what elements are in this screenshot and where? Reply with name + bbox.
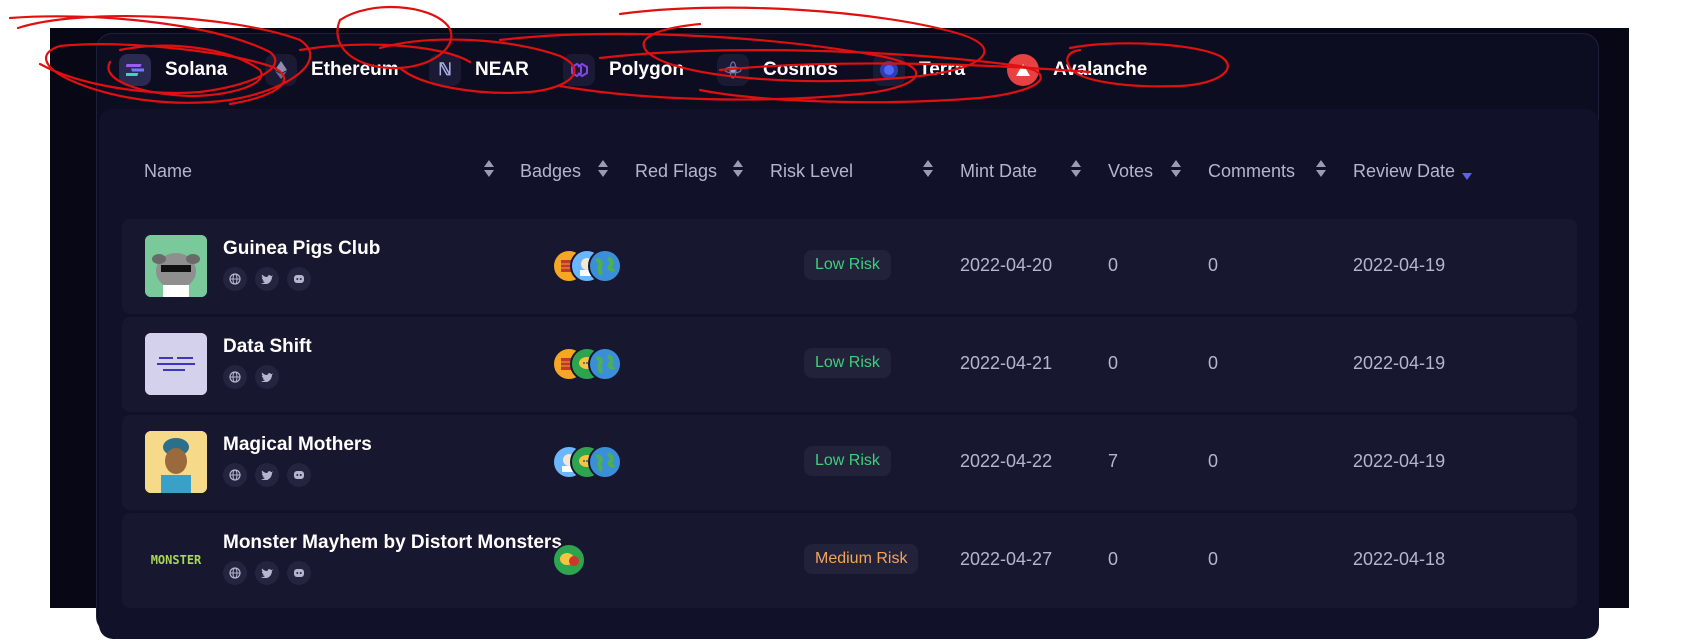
- comments-count: 0: [1208, 451, 1219, 471]
- collection-name[interactable]: Guinea Pigs Club: [223, 238, 380, 260]
- globe-icon[interactable]: [223, 365, 247, 389]
- app-window: Solana Ethereum ℕ NEAR Polygon Cosmos Te…: [50, 28, 1629, 639]
- discord-icon[interactable]: [287, 463, 311, 487]
- social-links: [223, 561, 311, 585]
- column-header-review-date[interactable]: Review Date: [1353, 161, 1455, 182]
- globe-icon[interactable]: [223, 561, 247, 585]
- tab-cosmos[interactable]: Cosmos: [717, 52, 838, 88]
- table-row[interactable]: MONSTER Monster Mayhem by Distort Monste…: [122, 513, 1577, 608]
- polygon-icon: [563, 54, 595, 86]
- votes-count: 0: [1108, 549, 1119, 569]
- tab-ethereum[interactable]: Ethereum: [265, 52, 399, 88]
- avatar: [145, 333, 207, 395]
- social-links: [223, 463, 311, 487]
- tab-avalanche[interactable]: Avalanche: [1007, 52, 1147, 88]
- comments-count: 0: [1208, 255, 1219, 275]
- discord-icon[interactable]: [287, 267, 311, 291]
- tab-label: Avalanche: [1053, 59, 1148, 80]
- column-header-mint-date[interactable]: Mint Date: [960, 161, 1037, 182]
- sort-icon[interactable]: [1315, 158, 1327, 180]
- sort-icon[interactable]: [1070, 158, 1082, 180]
- column-header-risk-level[interactable]: Risk Level: [770, 161, 853, 182]
- tab-polygon[interactable]: Polygon: [563, 52, 684, 88]
- twitter-icon[interactable]: [255, 365, 279, 389]
- tab-terra[interactable]: Terra: [873, 52, 965, 88]
- globe-badge-icon[interactable]: [588, 249, 622, 283]
- tab-label: Polygon: [609, 59, 684, 80]
- comments-count: 0: [1208, 353, 1219, 373]
- risk-badge: Low Risk: [804, 446, 891, 476]
- table-row[interactable]: Guinea Pigs Club Low Risk 2022-04-20 0 0…: [122, 219, 1577, 314]
- column-header-badges[interactable]: Badges: [520, 161, 581, 182]
- mint-date: 2022-04-21: [960, 353, 1053, 373]
- table-row[interactable]: Magical Mothers Low Risk 2022-04-22 7 0 …: [122, 415, 1577, 510]
- chain-tabs: Solana Ethereum ℕ NEAR Polygon Cosmos Te…: [97, 34, 1598, 104]
- column-header-red-flags[interactable]: Red Flags: [635, 161, 717, 182]
- collection-name[interactable]: Magical Mothers: [223, 434, 372, 456]
- social-links: [223, 267, 311, 291]
- risk-badge: Medium Risk: [804, 544, 919, 574]
- avatar-logo-text: MONSTER: [150, 553, 202, 567]
- review-date: 2022-04-18: [1353, 549, 1446, 569]
- sort-icon[interactable]: [597, 158, 609, 180]
- table-header: Name Badges Red Flags Risk Level Mint Da…: [99, 109, 1599, 209]
- solana-icon: [119, 54, 151, 86]
- globe-icon[interactable]: [223, 463, 247, 487]
- comments-count: 0: [1208, 549, 1219, 569]
- discord-icon[interactable]: [287, 561, 311, 585]
- risk-badge: Low Risk: [804, 250, 891, 280]
- chat-red-badge-icon[interactable]: [552, 543, 586, 577]
- votes-count: 0: [1108, 255, 1119, 275]
- avatar: [145, 235, 207, 297]
- social-links: [223, 365, 279, 389]
- risk-badge: Low Risk: [804, 348, 891, 378]
- twitter-icon[interactable]: [255, 463, 279, 487]
- twitter-icon[interactable]: [255, 561, 279, 585]
- main-panel: Solana Ethereum ℕ NEAR Polygon Cosmos Te…: [96, 33, 1599, 639]
- sort-icon[interactable]: [922, 158, 934, 180]
- sort-desc-icon[interactable]: [1461, 158, 1473, 180]
- table-row[interactable]: Data Shift Low Risk 2022-04-21 0 0 2022-…: [122, 317, 1577, 412]
- review-date: 2022-04-19: [1353, 255, 1446, 275]
- near-icon: ℕ: [429, 54, 461, 86]
- mint-date: 2022-04-20: [960, 255, 1053, 275]
- avalanche-icon: [1007, 54, 1039, 86]
- tab-label: NEAR: [475, 59, 529, 80]
- tab-label: Ethereum: [311, 59, 399, 80]
- collection-name[interactable]: Monster Mayhem by Distort Monsters: [223, 532, 562, 554]
- collections-table: Name Badges Red Flags Risk Level Mint Da…: [99, 109, 1599, 639]
- mint-date: 2022-04-27: [960, 549, 1053, 569]
- review-date: 2022-04-19: [1353, 353, 1446, 373]
- tab-solana[interactable]: Solana: [119, 52, 227, 88]
- sort-icon[interactable]: [732, 158, 744, 180]
- twitter-icon[interactable]: [255, 267, 279, 291]
- votes-count: 0: [1108, 353, 1119, 373]
- globe-badge-icon[interactable]: [588, 445, 622, 479]
- ethereum-icon: [265, 54, 297, 86]
- tab-label: Cosmos: [763, 59, 838, 80]
- avatar: [145, 431, 207, 493]
- globe-icon[interactable]: [223, 267, 247, 291]
- sort-icon[interactable]: [1170, 158, 1182, 180]
- votes-count: 7: [1108, 451, 1119, 471]
- tab-label: Solana: [165, 59, 228, 80]
- column-header-comments[interactable]: Comments: [1208, 161, 1295, 182]
- review-date: 2022-04-19: [1353, 451, 1446, 471]
- tab-label: Terra: [919, 59, 966, 80]
- tab-near[interactable]: ℕ NEAR: [429, 52, 529, 88]
- avatar: MONSTER: [145, 529, 207, 591]
- cosmos-icon: [717, 54, 749, 86]
- collection-name[interactable]: Data Shift: [223, 336, 312, 358]
- column-header-name[interactable]: Name: [144, 161, 192, 182]
- sort-icon[interactable]: [483, 158, 495, 180]
- globe-badge-icon[interactable]: [588, 347, 622, 381]
- column-header-votes[interactable]: Votes: [1108, 161, 1153, 182]
- terra-icon: [873, 54, 905, 86]
- mint-date: 2022-04-22: [960, 451, 1053, 471]
